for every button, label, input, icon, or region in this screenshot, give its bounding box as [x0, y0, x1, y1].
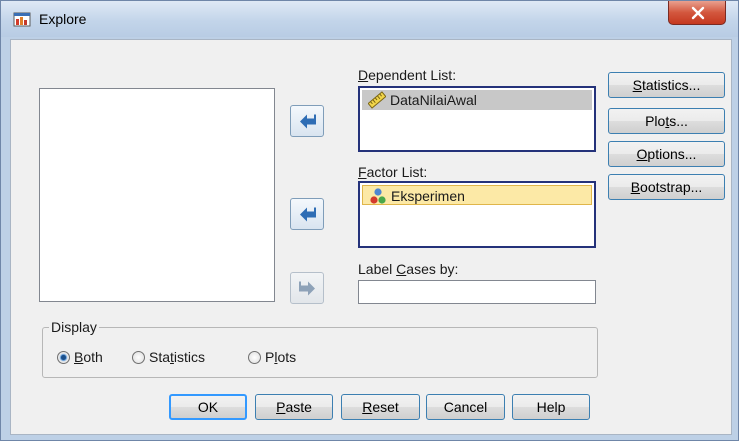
factor-list-label: Factor List: [358, 164, 428, 180]
help-button[interactable]: Help [512, 394, 590, 420]
dependent-list[interactable]: DataNilaiAwal [358, 86, 596, 152]
arrow-left-icon [300, 114, 316, 129]
arrow-right-icon [299, 281, 315, 296]
title-bar[interactable]: Explore [1, 1, 738, 37]
radio-label: Both [74, 349, 103, 365]
label-cases-by-label: Label Cases by: [358, 261, 459, 277]
source-variable-list[interactable] [39, 88, 275, 302]
close-button[interactable] [668, 1, 726, 25]
radio-selected-icon [57, 351, 70, 364]
move-to-dependent-button[interactable] [290, 105, 324, 137]
list-item[interactable]: Eksperimen [362, 185, 592, 205]
factor-list[interactable]: Eksperimen [358, 181, 596, 248]
display-group-label: Display [49, 319, 99, 335]
close-icon [691, 6, 705, 20]
dialog-body: Dependent List: DataNilaiAwal Factor Lis… [10, 39, 732, 435]
list-item-label: Eksperimen [391, 188, 465, 204]
nominal-variable-icon [370, 188, 386, 204]
move-to-factor-button[interactable] [290, 198, 324, 230]
window-title: Explore [39, 11, 87, 27]
statistics-button[interactable]: Statistics... [608, 72, 725, 98]
label-cases-by-field[interactable] [358, 280, 596, 304]
radio-unselected-icon [248, 351, 261, 364]
scale-ruler-icon [368, 91, 386, 109]
options-button[interactable]: Options... [608, 141, 725, 167]
ok-button[interactable]: OK [169, 394, 247, 420]
radio-unselected-icon [132, 351, 145, 364]
radio-label: Statistics [149, 349, 206, 365]
spss-app-icon [13, 12, 31, 27]
display-group [42, 327, 598, 378]
list-item[interactable]: DataNilaiAwal [362, 90, 592, 110]
explore-dialog: Explore Dependent List: DataNilaiAwal Fa… [0, 0, 739, 441]
paste-button[interactable]: Paste [255, 394, 333, 420]
move-to-label-cases-button[interactable] [290, 272, 324, 304]
radio-label: Plots [265, 349, 297, 365]
bootstrap-button[interactable]: Bootstrap... [608, 174, 725, 200]
dependent-list-label: Dependent List: [358, 67, 457, 83]
arrow-left-icon [300, 207, 316, 222]
list-item-label: DataNilaiAwal [390, 92, 477, 108]
cancel-button[interactable]: Cancel [426, 394, 505, 420]
reset-button[interactable]: Reset [341, 394, 420, 420]
plots-button[interactable]: Plots... [608, 108, 725, 134]
